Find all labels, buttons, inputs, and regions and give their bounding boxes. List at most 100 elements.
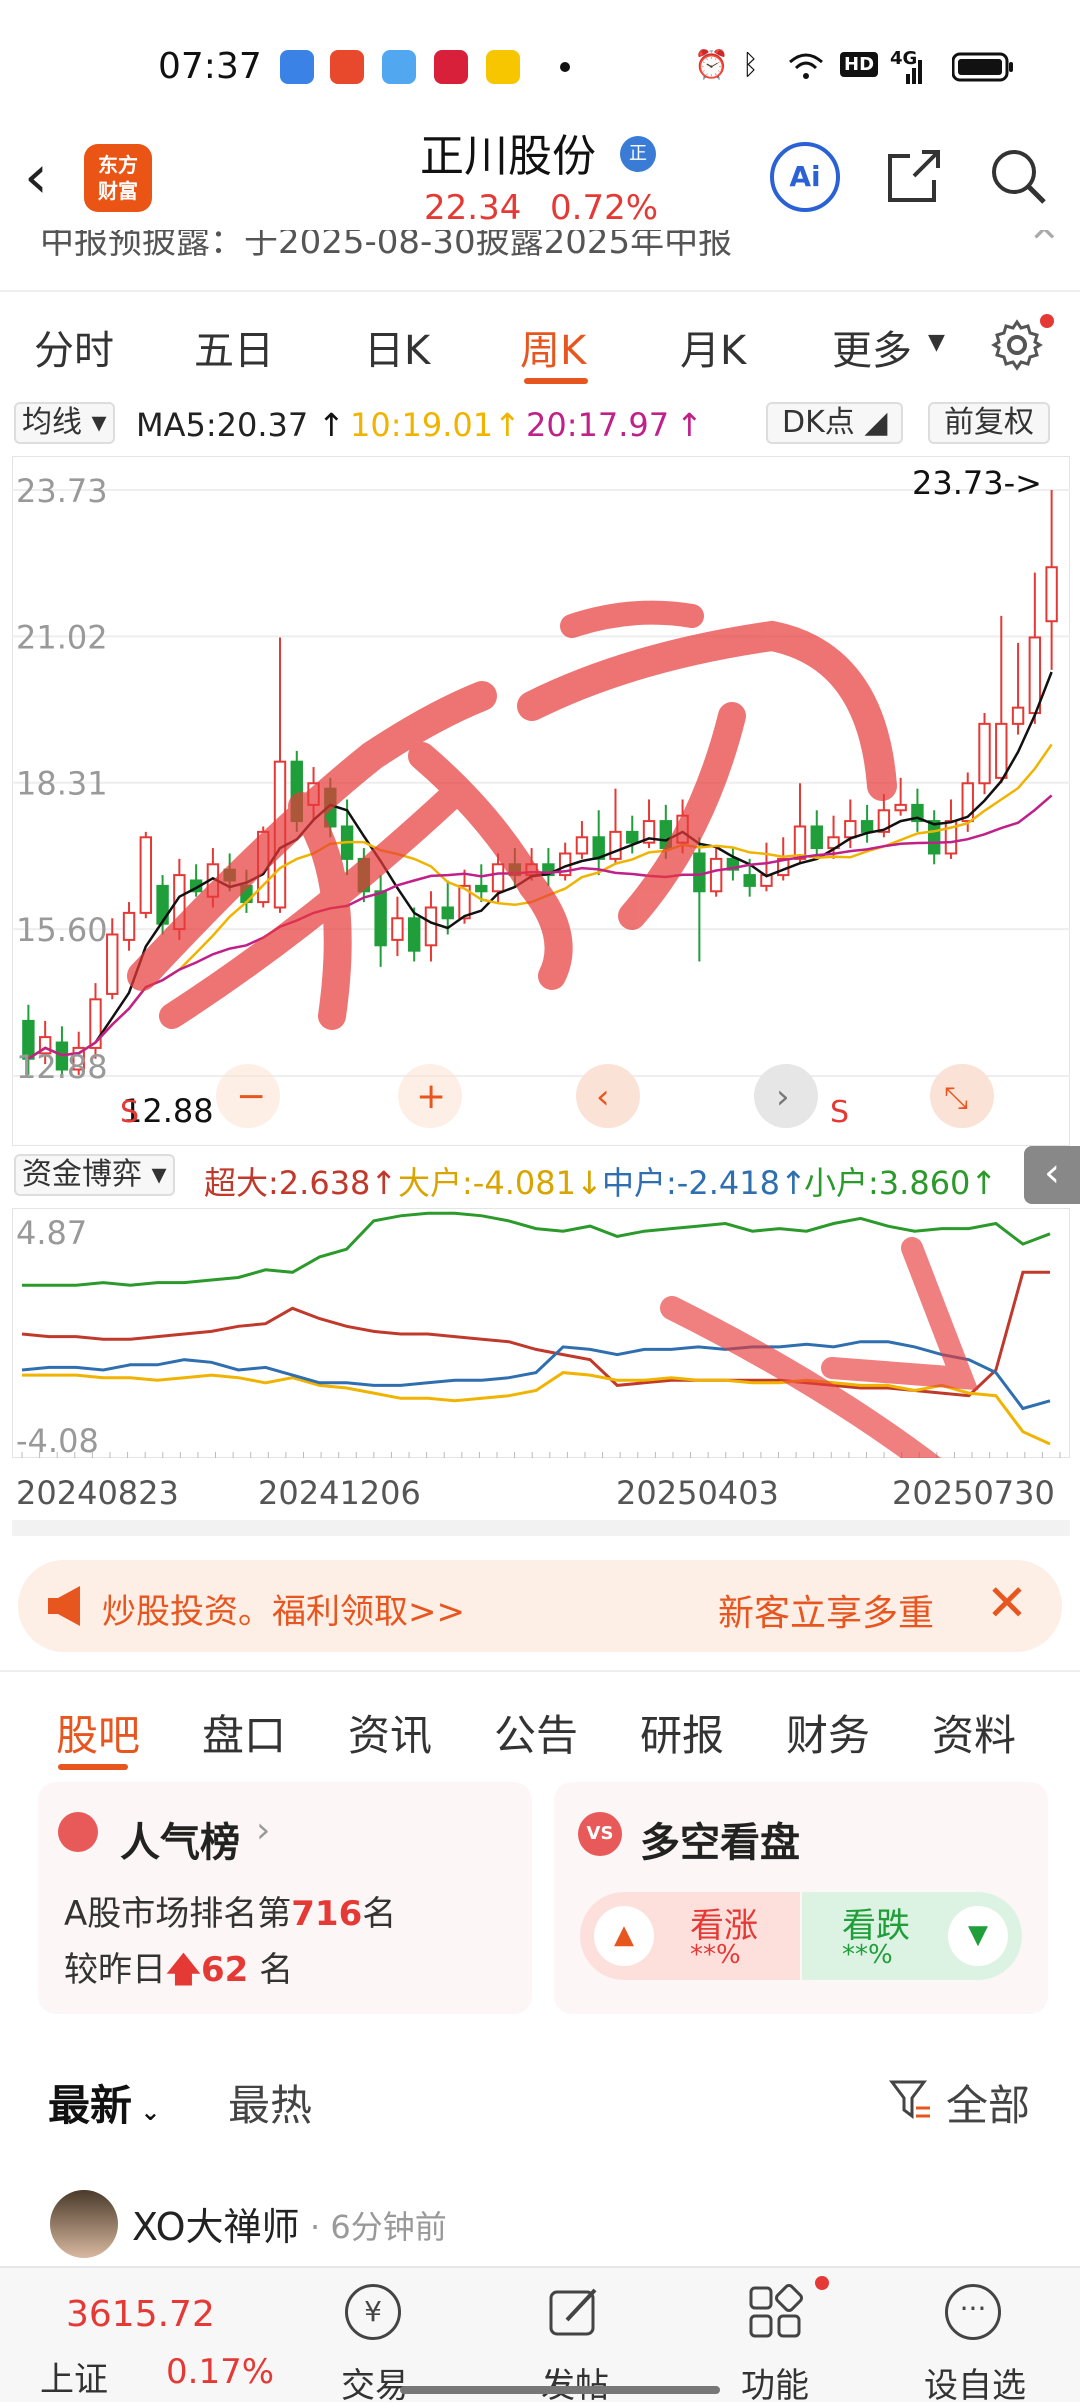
- close-icon[interactable]: ✕: [986, 1574, 1028, 1632]
- rank-change-line: 较昨日🡅62 名: [64, 1942, 293, 2003]
- functions-badge-dot: [815, 2276, 829, 2290]
- nav-post[interactable]: 发帖: [475, 2268, 675, 2406]
- tab-profile[interactable]: 资料: [932, 1702, 1016, 1763]
- more-dots-icon: ···: [945, 2284, 1001, 2340]
- wifi-icon: [789, 53, 823, 79]
- weekly-k-chart[interactable]: 23.7321.0218.3115.6012.88 23.73-> 12.88 …: [12, 456, 1070, 1146]
- popularity-card[interactable]: 人气榜 › A股市场排名第716名 较昨日🡅62 名: [38, 1782, 532, 2014]
- rank-change-prefix: 较昨日: [64, 1950, 166, 1990]
- dk-point-button[interactable]: DK点 ◢: [766, 402, 904, 444]
- tab-order-book[interactable]: 盘口: [202, 1702, 286, 1763]
- tab-hottest[interactable]: 最热: [228, 2072, 312, 2133]
- sell-signal-label: S: [830, 1095, 849, 1130]
- collapse-panel-button[interactable]: ‹: [1024, 1146, 1080, 1204]
- tab-five-day[interactable]: 五日: [194, 318, 274, 376]
- indicator-selector[interactable]: 资金博弈 ▾: [14, 1154, 175, 1196]
- filter-icon[interactable]: [888, 2076, 932, 2120]
- filter-all[interactable]: 全部: [946, 2072, 1030, 2133]
- ma-selector[interactable]: 均线 ▾: [14, 402, 115, 444]
- rank-prefix: A股市场排名第: [64, 1894, 292, 1934]
- video-app-icon: [330, 50, 364, 84]
- ai-assistant-button[interactable]: Ai: [770, 142, 840, 212]
- post-item[interactable]: XO大禅师 · 6分钟前: [0, 2180, 1080, 2260]
- fund-flow-chart[interactable]: 4.87 -4.08: [12, 1208, 1070, 1458]
- arrow-up-icon: ↑: [676, 406, 703, 444]
- sentiment-card: VS 多空看盘 ▲ 看涨 **% 看跌 **% ▼: [554, 1782, 1048, 2014]
- tab-news[interactable]: 资讯: [348, 1702, 432, 1763]
- announcement-marquee[interactable]: 中报预披露：于2025-08-30披露2025年中报 ✕: [0, 230, 1080, 292]
- avatar[interactable]: [50, 2190, 118, 2258]
- adjust-mode-button[interactable]: 前复权: [928, 402, 1050, 444]
- candle-body: [407, 917, 421, 952]
- zoom-in-button[interactable]: +: [398, 1064, 462, 1128]
- tab-announcements[interactable]: 公告: [494, 1702, 578, 1763]
- super-large-label: 超大: [204, 1164, 269, 1202]
- arrow-up-icon: 🡅: [166, 1950, 201, 1990]
- zoom-out-button[interactable]: −: [216, 1064, 280, 1128]
- post-username[interactable]: XO大禅师: [132, 2196, 300, 2251]
- share-icon[interactable]: [884, 146, 944, 206]
- clock: 07:37: [158, 46, 262, 87]
- tab-finance[interactable]: 财务: [786, 1702, 870, 1763]
- date-axis: 20240823 20241206 20250403 20250730: [0, 1464, 1080, 1524]
- ma-selector-label: 均线: [22, 405, 82, 440]
- flow-y-min: -4.08: [16, 1422, 99, 1458]
- notification-dot-icon: [560, 62, 570, 72]
- handwritten-arrow-head: [821, 1237, 979, 1391]
- date-label: 20250730: [892, 1474, 1055, 1512]
- small-value: 3.860: [878, 1164, 971, 1202]
- tab-intraday[interactable]: 分时: [34, 318, 114, 376]
- candle-body: [860, 820, 874, 833]
- nav-trade[interactable]: ¥ 交易: [275, 2268, 475, 2406]
- sell-signal-label: S: [120, 1095, 139, 1130]
- back-arrow-icon[interactable]: ‹: [24, 142, 48, 212]
- ranking-icon: [58, 1812, 98, 1852]
- ma5-value: MA5:20.37: [136, 406, 309, 444]
- bottom-nav: 3615.72 上证 0.17% ¥ 交易 发帖 功能 ··· 设自选: [0, 2266, 1080, 2406]
- candle-body: [743, 874, 756, 887]
- bullish-vote-button[interactable]: ▲ 看涨 **%: [580, 1892, 800, 1980]
- tab-monthly-k[interactable]: 月K: [680, 318, 746, 376]
- candle-body: [894, 803, 907, 812]
- bearish-vote-button[interactable]: 看跌 **% ▼: [802, 1892, 1022, 1980]
- grid-icon: [749, 2284, 803, 2338]
- rank-value: 716: [291, 1894, 363, 1934]
- promo-banner[interactable]: 炒股投资。福利领取>> 新客立享多重 ✕: [18, 1560, 1062, 1652]
- tab-more[interactable]: 更多: [832, 318, 912, 376]
- tab-daily-k[interactable]: 日K: [364, 318, 430, 376]
- chevron-right-icon[interactable]: ›: [754, 1064, 818, 1128]
- fullscreen-icon[interactable]: ⤡: [930, 1064, 994, 1128]
- super-large-value: 2.638: [278, 1164, 371, 1202]
- active-tab-indicator: [58, 1764, 128, 1770]
- vs-icon: VS: [578, 1812, 622, 1856]
- medium-value: -2.418: [676, 1164, 780, 1202]
- flow-series-line: [22, 1211, 1051, 1287]
- nav-watchlist[interactable]: ··· 设自选: [875, 2268, 1075, 2406]
- gear-icon[interactable]: [990, 318, 1044, 372]
- promo-text: 炒股投资。福利领取>>: [102, 1592, 465, 1632]
- tab-weekly-k[interactable]: 周K: [520, 318, 586, 376]
- candle-body: [391, 917, 404, 941]
- close-icon[interactable]: ✕: [1030, 230, 1059, 250]
- bearish-value: **%: [842, 1940, 893, 1970]
- date-label: 20250403: [616, 1474, 779, 1512]
- nav-functions[interactable]: 功能: [675, 2268, 875, 2406]
- index-name: 上证: [40, 2360, 108, 2400]
- svg-text:⤡: ⤡: [944, 1081, 968, 1116]
- chevron-left-icon[interactable]: ‹: [576, 1064, 640, 1128]
- app-logo[interactable]: 东方 财富: [84, 144, 152, 212]
- nav-index-ticker[interactable]: 3615.72 上证 0.17%: [20, 2268, 274, 2402]
- tab-research[interactable]: 研报: [640, 1702, 724, 1763]
- candle-body: [978, 722, 991, 785]
- announcement-text: 中报预披露：于2025-08-30披露2025年中报: [40, 230, 733, 262]
- section-tabs: 股吧 盘口 资讯 公告 研报 财务 资料: [0, 1670, 1080, 1772]
- candle-body: [374, 890, 387, 947]
- small-label: 小户: [804, 1164, 869, 1202]
- candle-body: [441, 906, 454, 920]
- tab-latest-label: 最新: [48, 2081, 133, 2130]
- tab-latest[interactable]: 最新 ⌄: [48, 2072, 160, 2133]
- stock-change-pct: 0.72%: [550, 188, 659, 228]
- search-icon[interactable]: [986, 144, 1050, 208]
- tab-forum[interactable]: 股吧: [56, 1702, 140, 1763]
- candle-body: [575, 836, 589, 855]
